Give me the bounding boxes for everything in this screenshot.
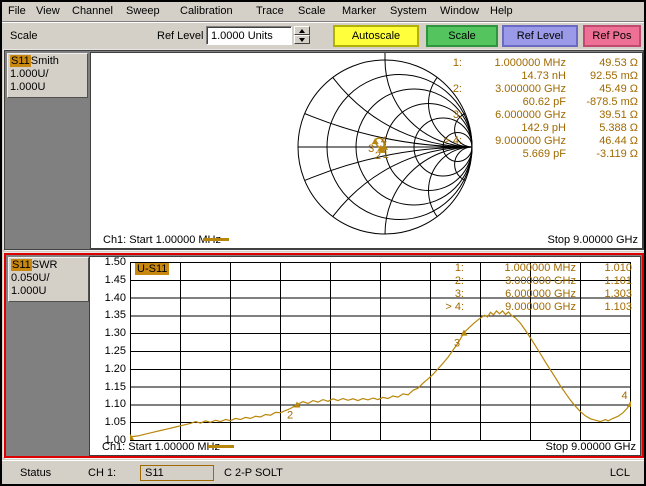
ref-level-value: 1.0000 Units (211, 30, 273, 42)
trace-info-smith[interactable]: S11Smith 1.000U/ 1.000U (7, 53, 88, 98)
svg-text:3: 3 (368, 143, 374, 155)
swr-window[interactable]: S11SWR 0.050U/ 1.000U 1.50 1.45 1.40 1.35 1.… (4, 253, 644, 458)
trace-info-swr[interactable]: S11SWR 0.050U/ 1.000U (8, 257, 89, 302)
trace-name-badge: S11 (11, 259, 32, 271)
spin-down-button[interactable] (294, 35, 310, 44)
y-axis-tick-label: 1.45 (104, 273, 126, 286)
trace-ref-value: 1.000U (10, 81, 46, 93)
menu-channel[interactable]: Channel (72, 5, 113, 17)
menu-system[interactable]: System (390, 5, 427, 17)
active-trace-tag: U-S11 (135, 263, 170, 275)
menu-help[interactable]: Help (490, 5, 513, 17)
menu-file[interactable]: File (8, 5, 26, 17)
parameter-box[interactable]: S11 (140, 465, 214, 481)
y-axis-tick-label: 1.25 (104, 345, 126, 357)
y-axis-tick-label: 1.05 (104, 416, 126, 429)
marker-readout-row: 3: 6.000000 GHz 1.303 (454, 288, 632, 300)
smith-marker-readout: 1: 1.000000 MHz 49.53 Ω 14.73 nH 92.55 mΩ 2: 3… (432, 57, 638, 161)
spin-up-button[interactable] (294, 26, 310, 35)
trace-format-label: Smith (30, 55, 59, 67)
trace-name-badge: S11 (10, 55, 31, 67)
menu-bar: File View Channel Sweep Calibration Trace Scal… (2, 2, 644, 22)
autoscale-button[interactable]: Autoscale (333, 25, 419, 47)
ref-pos-button[interactable]: Ref Pos (583, 25, 641, 47)
ref-level-button[interactable]: Ref Level (502, 25, 578, 47)
marker-readout-row: > 4: 9.000000 GHz 46.44 Ω (443, 135, 638, 147)
down-arrow-icon (299, 38, 305, 42)
vna-application-window: File View Channel Sweep Calibration Trace Scal… (0, 0, 646, 486)
trace-scale-value: 1.000U/ (10, 68, 49, 80)
scale-button[interactable]: Scale (426, 25, 498, 47)
y-axis-tick-label: 1.20 (104, 362, 126, 375)
svg-text:4: 4 (381, 135, 387, 147)
stop-frequency-label: Stop 9.00000 GHz (545, 441, 636, 453)
trace-title-line: S11Smith (10, 55, 85, 68)
swr-marker-readout: 1: 1.000000 MHz 1.010 2: 3.000000 GHz 1.101 3:… (434, 262, 632, 314)
y-axis-tick-label: 1.50 (104, 256, 126, 268)
smith-chart-window[interactable]: S11Smith 1.000U/ 1.000U 1234 1: 1.000000 … (4, 50, 644, 250)
svg-text:2: 2 (287, 410, 293, 422)
marker-readout-row: 5.669 pF -3.119 Ω (522, 148, 638, 160)
marker-readout-row: > 4: 9.000000 GHz 1.103 (445, 301, 632, 313)
status-bar: Status CH 1: S11 C 2-P SOLT LCL (2, 460, 644, 484)
local-mode-indicator: LCL (609, 467, 630, 479)
marker-readout-row: 14.73 nH 92.55 mΩ (521, 70, 638, 82)
marker-readout-row: 2: 3.000000 GHz 1.101 (454, 275, 632, 287)
trace-scale-value: 0.050U/ (11, 272, 50, 284)
trace-format-label: SWR (31, 259, 58, 271)
marker-readout-row: 142.9 pH 5.388 Ω (521, 122, 638, 134)
menu-marker[interactable]: Marker (342, 5, 376, 17)
y-axis-tick-label: 1.30 (104, 327, 126, 340)
marker-readout-row: 3: 6.000000 GHz 39.51 Ω (452, 109, 638, 121)
y-axis-tick-label: 1.15 (104, 380, 126, 393)
marker-readout-row: 60.62 pF -878.5 mΩ (522, 96, 638, 108)
menu-calibration[interactable]: Calibration (180, 5, 233, 17)
y-axis-tick-label: 1.35 (104, 309, 126, 322)
marker-readout-row: 1: 1.000000 MHz 49.53 Ω (452, 57, 638, 69)
y-axis-tick-label: 1.40 (104, 291, 126, 304)
y-axis-tick-label: 1.10 (104, 398, 126, 411)
marker-readout-row: 1: 1.000000 MHz 1.010 (454, 262, 632, 274)
status-label: Status (20, 467, 52, 479)
menu-trace[interactable]: Trace (256, 5, 284, 17)
sweep-indicator (208, 445, 234, 448)
marker-readout-row: 2: 3.000000 GHz 45.49 Ω (452, 83, 638, 95)
menu-view[interactable]: View (36, 5, 60, 17)
trace-title-line: S11SWR (11, 259, 86, 272)
smith-plot-area: 1234 1: 1.000000 MHz 49.53 Ω 14.73 nH 92.55 … (90, 52, 643, 249)
ref-level-input[interactable]: 1.0000 Units (206, 26, 292, 45)
toolbar: Scale Ref Level 1.0000 Units Autoscale Sc… (2, 23, 644, 50)
svg-text:3: 3 (454, 338, 460, 350)
calibration-status: C 2-P SOLT (224, 467, 283, 479)
stop-frequency-label: Stop 9.00000 GHz (547, 234, 638, 246)
toolbar-title: Scale (10, 30, 38, 42)
ref-level-spinner (294, 26, 310, 45)
swr-plot-area: 1.50 1.45 1.40 1.35 1.30 1.25 1.20 1.15 1.10 1.05… (89, 256, 641, 456)
ref-level-label: Ref Level (157, 30, 204, 42)
sweep-indicator (203, 238, 229, 241)
swr-y-axis-labels: 1.50 1.45 1.40 1.35 1.30 1.25 1.20 1.15 1.10 1.05… (94, 256, 126, 455)
menu-sweep[interactable]: Sweep (126, 5, 160, 17)
up-arrow-icon (299, 29, 305, 33)
svg-text:4: 4 (622, 390, 628, 402)
start-frequency-label: Ch1: Start 1.00000 MHz (102, 441, 221, 453)
menu-scale[interactable]: Scale (298, 5, 326, 17)
menu-window[interactable]: Window (440, 5, 479, 17)
channel-label: CH 1: (88, 467, 117, 479)
trace-ref-value: 1.000U (11, 285, 47, 297)
